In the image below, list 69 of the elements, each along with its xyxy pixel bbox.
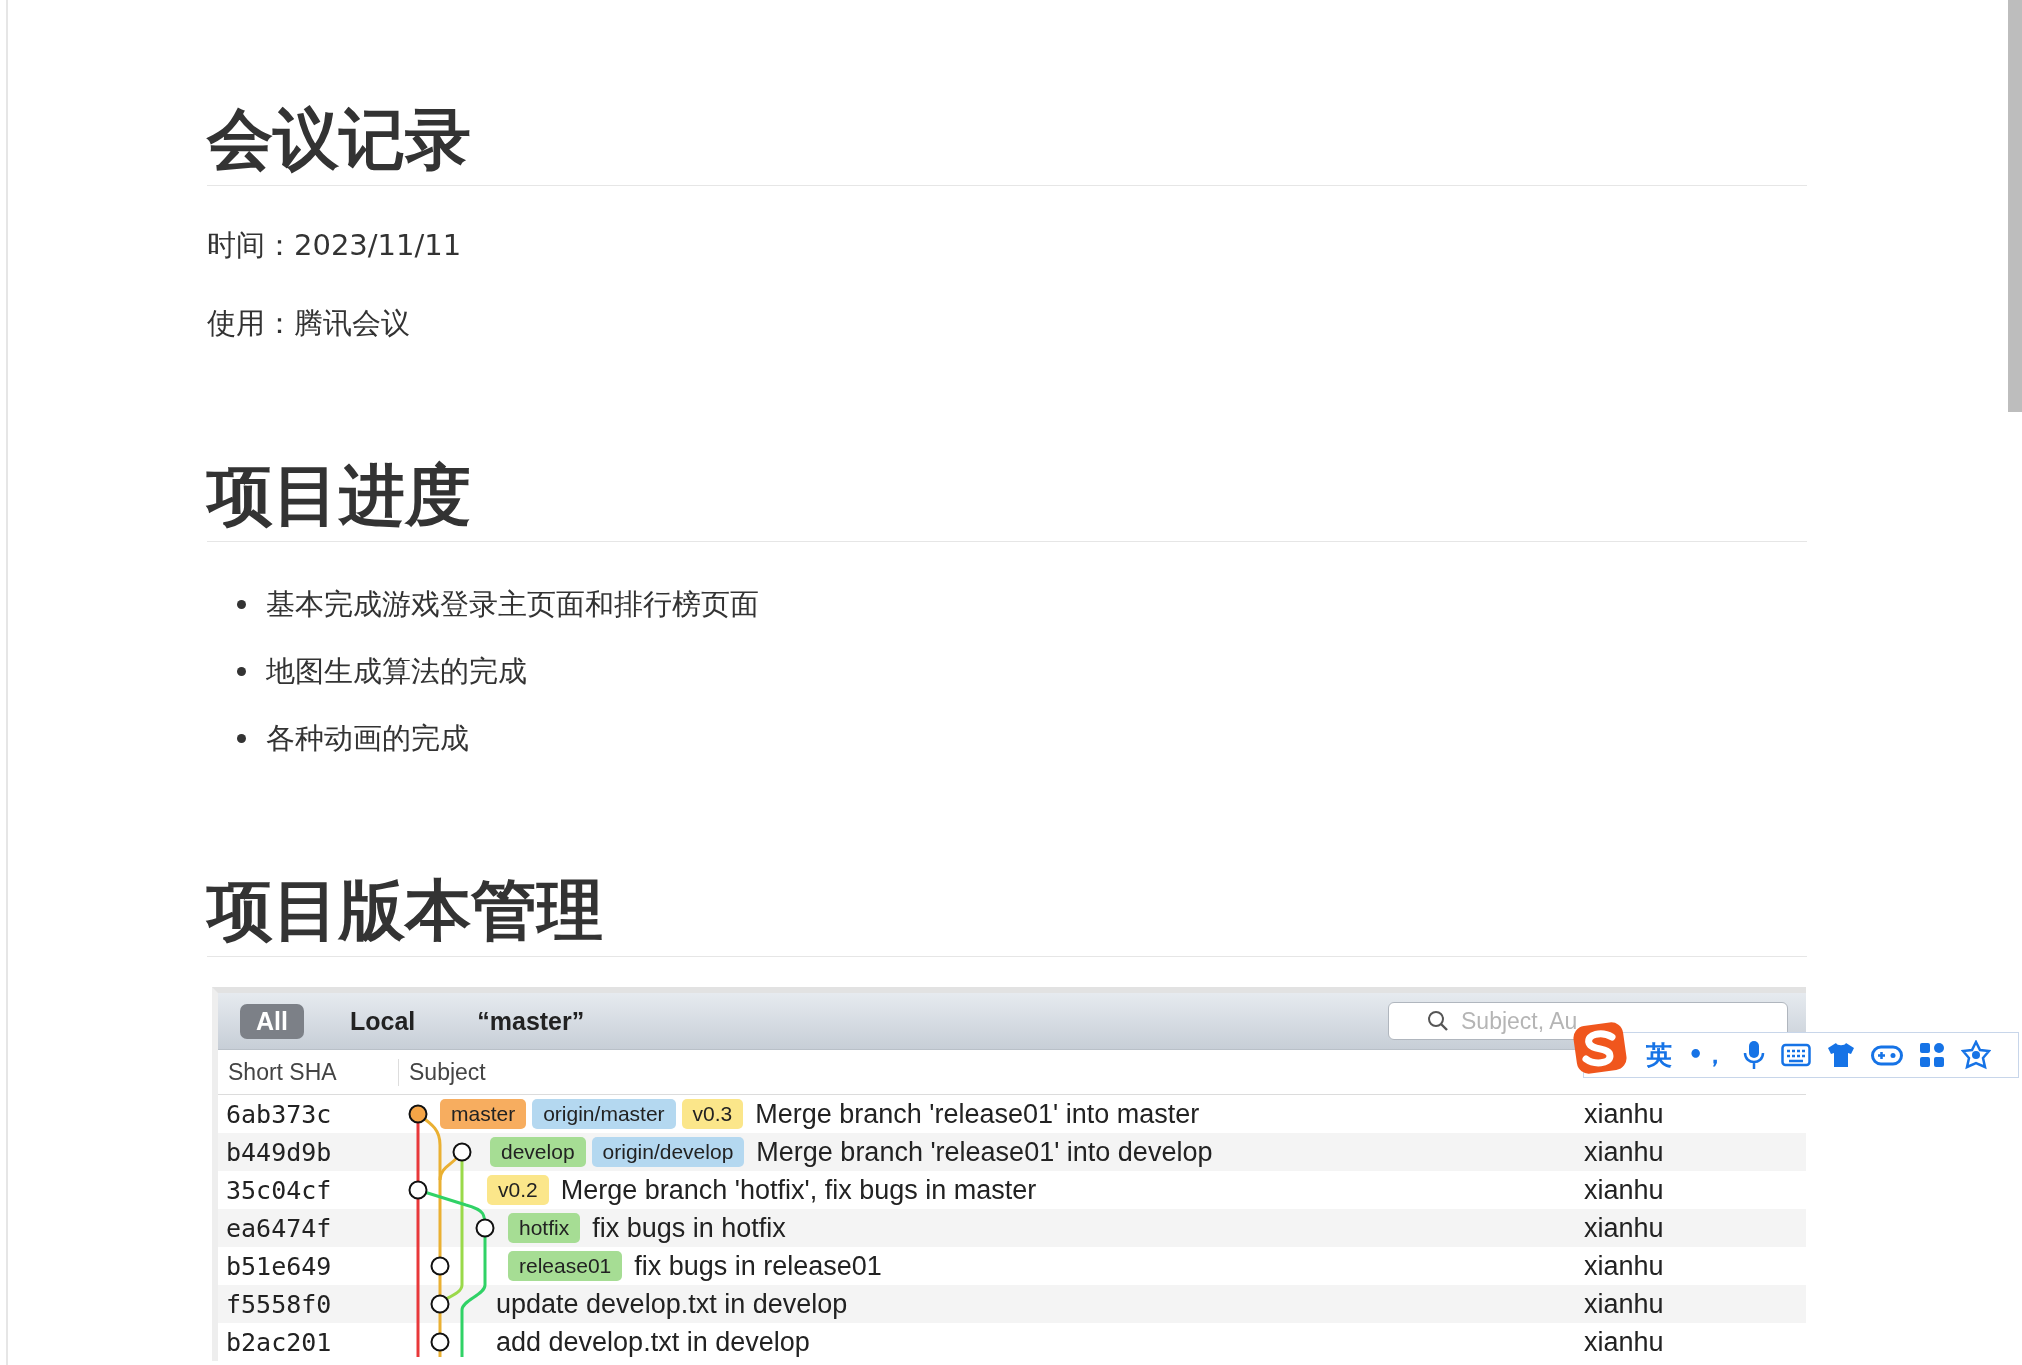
input-mode-label[interactable]: 英: [1646, 1037, 1672, 1073]
filter-tab[interactable]: Local: [333, 1003, 432, 1039]
commit-row[interactable]: b449d9b develop origin/develop Merge branch 'release01' into develop xianhu: [218, 1133, 1806, 1171]
keyboard-icon[interactable]: [1781, 1043, 1812, 1067]
star-icon[interactable]: [1961, 1040, 1992, 1070]
commit-sha: b449d9b: [225, 1137, 333, 1167]
ref-label: origin/develop: [591, 1137, 745, 1167]
ref-label: release01: [508, 1251, 623, 1281]
commit-node: [430, 1256, 450, 1276]
bullet-icon: [237, 733, 246, 743]
column-header: Subject: [408, 1058, 486, 1086]
ref-label: hotfix: [508, 1213, 581, 1243]
search-icon: [1426, 1009, 1450, 1033]
scrollbar-thumb[interactable]: [2008, 0, 2022, 412]
commit-node: [430, 1332, 450, 1352]
commit-row[interactable]: b2ac201 add develop.txt in develop xianhu: [218, 1323, 1806, 1361]
paragraph: 时间：2023/11/11: [207, 227, 463, 264]
column-header: Short SHA: [218, 1058, 399, 1086]
commit-sha: ea6474f: [225, 1213, 333, 1243]
commit-author: xianhu: [1584, 1326, 1665, 1358]
commit-node: [475, 1218, 495, 1238]
commit-subject: Merge branch 'hotfix', fix bugs in master: [560, 1174, 1037, 1206]
list-item: 基本完成游戏登录主页面和排行榜页面: [266, 586, 759, 623]
commit-subject: Merge branch 'release01' into master: [755, 1098, 1200, 1130]
commit-subject: Merge branch 'release01' into develop: [756, 1136, 1213, 1168]
list-item: 各种动画的完成: [266, 720, 469, 757]
gamepad-icon[interactable]: [1871, 1043, 1904, 1067]
ref-label: v0.2: [487, 1175, 549, 1205]
commit-row[interactable]: f5558f0 update develop.txt in develop xianhu: [218, 1285, 1806, 1323]
commit-subject: fix bugs in hotfix: [592, 1212, 786, 1244]
commit-author: xianhu: [1584, 1136, 1665, 1168]
commit-node: [430, 1294, 450, 1314]
commit-sha: 6ab373c: [225, 1099, 333, 1129]
section-heading: 项目进度: [207, 456, 1807, 542]
commit-sha: f5558f0: [225, 1289, 333, 1319]
filter-tab[interactable]: All: [240, 1003, 304, 1039]
commit-sha: b2ac201: [225, 1327, 333, 1357]
microphone-icon[interactable]: [1743, 1040, 1766, 1070]
paragraph: 使用：腾讯会议: [207, 305, 411, 342]
commit-author: xianhu: [1584, 1288, 1665, 1320]
commit-author: xianhu: [1584, 1212, 1665, 1244]
commit-row[interactable]: b51e649 release01 fix bugs in release01 xianhu: [218, 1247, 1806, 1285]
commit-node: [408, 1104, 428, 1124]
commit-node: [452, 1142, 472, 1162]
commit-subject: add develop.txt in develop: [496, 1326, 810, 1358]
ref-label: v0.3: [681, 1099, 744, 1129]
ref-label: origin/master: [532, 1099, 676, 1129]
shirt-icon[interactable]: [1827, 1041, 1856, 1069]
bullet-icon: [237, 599, 246, 609]
ref-label: master: [440, 1099, 527, 1129]
commit-author: xianhu: [1584, 1098, 1665, 1130]
commit-sha: 35c04cf: [225, 1175, 333, 1205]
commit-sha: b51e649: [225, 1251, 333, 1281]
commit-subject: update develop.txt in develop: [496, 1288, 848, 1320]
filter-tab[interactable]: “master”: [461, 1003, 601, 1039]
commit-row[interactable]: ea6474f hotfix fix bugs in hotfix xianhu: [218, 1209, 1806, 1247]
commit-author: xianhu: [1584, 1174, 1665, 1206]
punctuation-toggle[interactable]: •，: [1688, 1039, 1728, 1071]
commit-row[interactable]: 35c04cf v0.2 Merge branch 'hotfix', fix bugs in master xianhu: [218, 1171, 1806, 1209]
commit-row[interactable]: 6ab373c master origin/master v0.3 Merge branch 'release01' into master xianhu: [218, 1095, 1806, 1133]
list-item: 地图生成算法的完成: [266, 653, 527, 690]
ref-label: develop: [490, 1137, 586, 1167]
apps-grid-icon[interactable]: [1919, 1042, 1946, 1068]
bullet-icon: [237, 666, 246, 676]
commit-node: [408, 1180, 428, 1200]
commit-author: xianhu: [1584, 1250, 1665, 1282]
section-heading: 项目版本管理: [207, 871, 1807, 957]
commit-subject: fix bugs in release01: [634, 1250, 882, 1282]
section-heading: 会议记录: [207, 100, 1807, 186]
